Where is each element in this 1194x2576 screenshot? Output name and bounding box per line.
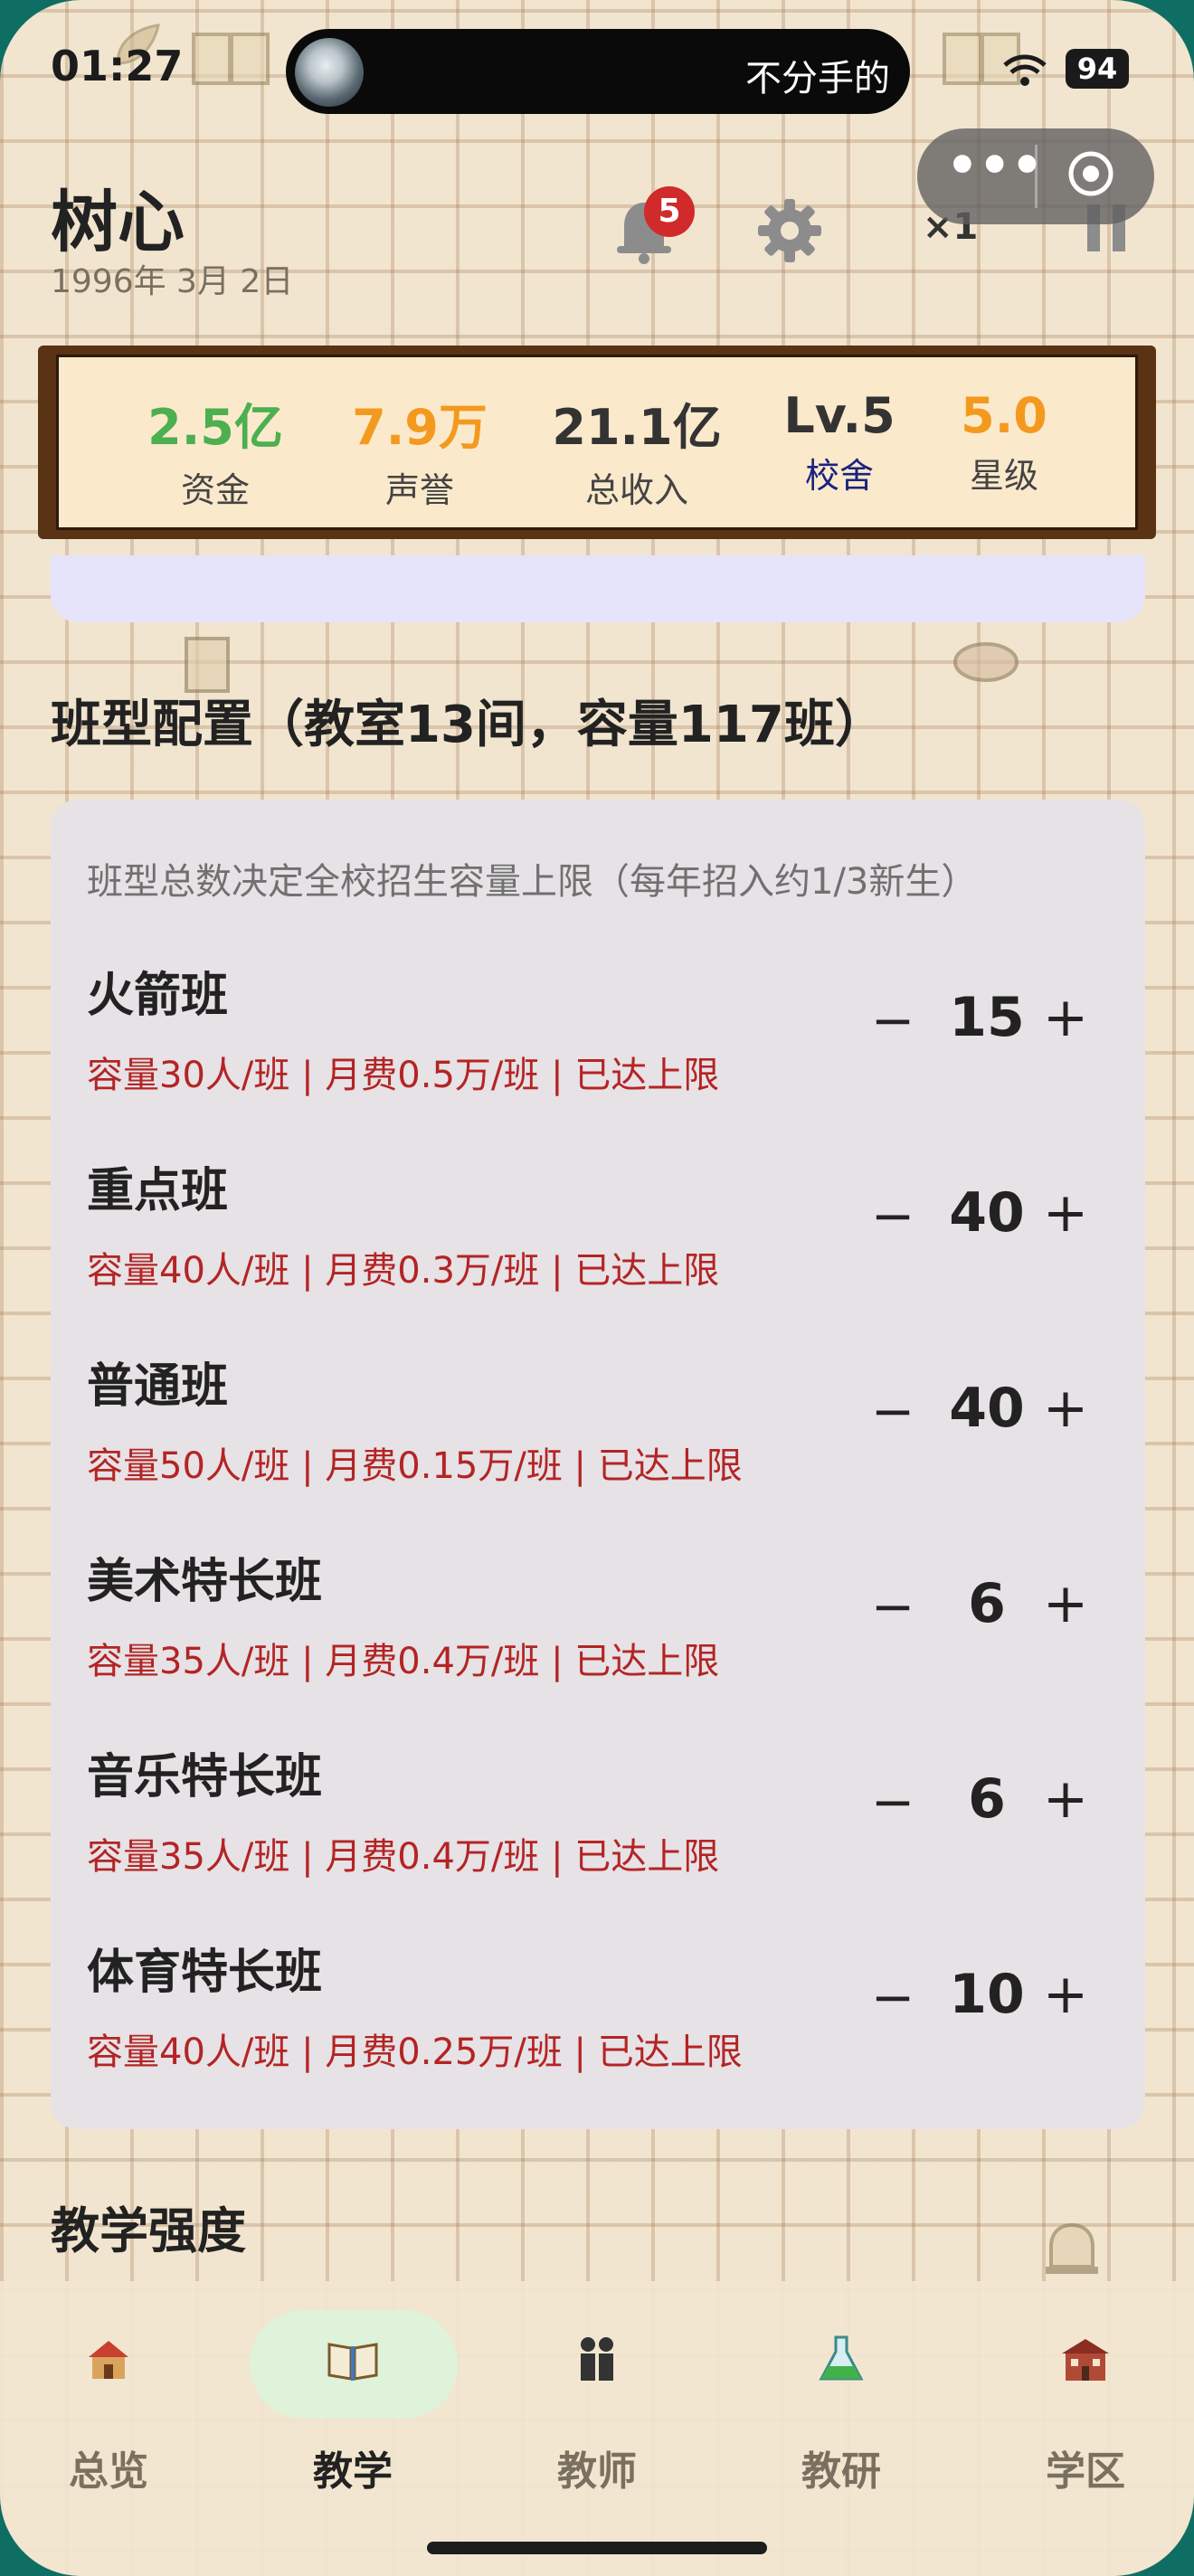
stat-value: 2.5亿 [147,399,283,456]
class-info: 容量40人/班 | 月费0.25万/班 | 已达上限 [87,2031,743,2073]
stat-value: Lv.5 [783,387,896,444]
book-decoration-icon [192,33,270,85]
nav-tab-teaching[interactable]: 教学 [244,2334,461,2496]
game-date: 1996年 3月 2日 [51,263,294,300]
section-title-class-config: 班型配置（教室13间，容量117班） [51,696,886,754]
stat-label: 总收入 [584,470,688,510]
class-name: 重点班 [87,1164,229,1218]
avatar [295,38,364,107]
class-name: 火箭班 [87,969,229,1023]
class-info: 容量35人/班 | 月费0.4万/班 | 已达上限 [87,1836,720,1878]
book-decoration-icon-4 [953,642,1019,682]
notification-text: 不分手的 [745,58,890,99]
nav-tab-district[interactable]: 学区 [977,2334,1194,2496]
school-building-icon [1062,2339,1109,2381]
class-count: 10 [949,1963,1025,2026]
class-count: 15 [949,986,1025,1049]
wifi-icon [1003,54,1047,86]
flask-icon [819,2335,864,2381]
home-indicator[interactable] [427,2542,767,2554]
settings-gear-icon[interactable] [756,197,823,264]
info-strip [51,555,1145,622]
close-miniprogram-icon[interactable] [1066,148,1116,199]
capsule-divider [1035,145,1038,208]
stat-label: 星级 [969,456,1038,496]
teachers-icon [581,2337,613,2381]
battery-indicator: 94 [1066,49,1129,89]
class-row-sports: 体育特长班 容量40人/班 | 月费0.25万/班 | 已达上限 − 10 + [87,1934,1091,2127]
decrease-button[interactable]: − [870,1185,915,1246]
class-count: 40 [949,1377,1025,1440]
nav-label: 学区 [1046,2448,1125,2495]
school-name: 树心 [51,184,185,261]
increase-button[interactable]: + [1040,1377,1091,1440]
stat-value: 21.1亿 [552,399,722,456]
stat-star-rating: 5.0 星级 [914,387,1094,497]
class-row-regular: 普通班 容量50人/班 | 月费0.15万/班 | 已达上限 − 40 + [87,1348,1091,1541]
section-title-teaching-intensity: 教学强度 [51,2202,246,2259]
increase-button[interactable]: + [1040,1572,1091,1635]
decrease-button[interactable]: − [870,1380,915,1442]
increase-button[interactable]: + [1040,1963,1091,2026]
class-name: 体育特长班 [87,1946,323,2000]
stat-value: 5.0 [961,387,1047,444]
class-row-music: 音乐特长班 容量35人/班 | 月费0.4万/班 | 已达上限 − 6 + [87,1738,1091,1932]
class-info: 容量35人/班 | 月费0.4万/班 | 已达上限 [87,1641,720,1682]
nav-label: 总览 [69,2448,148,2495]
more-menu-icon[interactable]: ••• [946,141,1043,203]
nav-label: 教学 [313,2448,393,2495]
stat-campus-level[interactable]: Lv.5 校舍 [749,387,930,497]
increase-button[interactable]: + [1040,1181,1091,1245]
stat-label: 资金 [180,470,250,510]
nav-tab-teachers[interactable]: 教师 [488,2334,706,2496]
class-name: 美术特长班 [87,1555,323,1609]
class-row-key: 重点班 容量40人/班 | 月费0.3万/班 | 已达上限 − 40 + [87,1152,1091,1346]
class-count: 6 [968,1572,1006,1635]
decrease-button[interactable]: − [870,990,915,1051]
status-time: 01:27 [51,42,184,90]
nav-tab-overview[interactable]: 总览 [0,2334,217,2496]
stat-label: 声誉 [384,470,454,510]
class-count: 40 [949,1181,1025,1245]
class-info: 容量30人/班 | 月费0.5万/班 | 已达上限 [87,1055,720,1096]
increase-button[interactable]: + [1040,1767,1091,1831]
class-config-note: 班型总数决定全校招生容量上限（每年招入约1/3新生） [87,861,978,903]
stat-total-income: 21.1亿 总收入 [546,387,727,512]
decrease-button[interactable]: − [870,1771,915,1833]
class-info: 容量40人/班 | 月费0.3万/班 | 已达上限 [87,1250,720,1292]
decrease-button[interactable]: − [870,1576,915,1637]
increase-button[interactable]: + [1040,986,1091,1049]
decrease-button[interactable]: − [870,1966,915,2028]
class-name: 音乐特长班 [87,1750,323,1804]
stat-reputation: 7.9万 声誉 [329,387,510,512]
open-book-icon [327,2343,378,2381]
class-row-art: 美术特长班 容量35人/班 | 月费0.4万/班 | 已达上限 − 6 + [87,1543,1091,1737]
class-count: 6 [968,1767,1006,1831]
stat-value: 7.9万 [352,399,488,456]
class-name: 普通班 [87,1359,229,1414]
class-info: 容量50人/班 | 月费0.15万/班 | 已达上限 [87,1445,743,1487]
nav-tab-research[interactable]: 教研 [733,2334,950,2496]
bell-decoration-icon [1046,2222,1098,2274]
stat-funds: 2.5亿 资金 [125,387,306,512]
stat-label: 校舍 [804,456,874,496]
nav-label: 教师 [557,2448,637,2495]
app-screen: 01:27 不分手的 94 树心 1996年 3月 2日 5 ×1 ••• 2.… [0,0,1194,2576]
notification-count-badge: 5 [644,186,695,237]
school-house-icon [89,2341,128,2379]
nav-label: 教研 [801,2448,881,2495]
class-row-rocket: 火箭班 容量30人/班 | 月费0.5万/班 | 已达上限 − 15 + [87,957,1091,1151]
